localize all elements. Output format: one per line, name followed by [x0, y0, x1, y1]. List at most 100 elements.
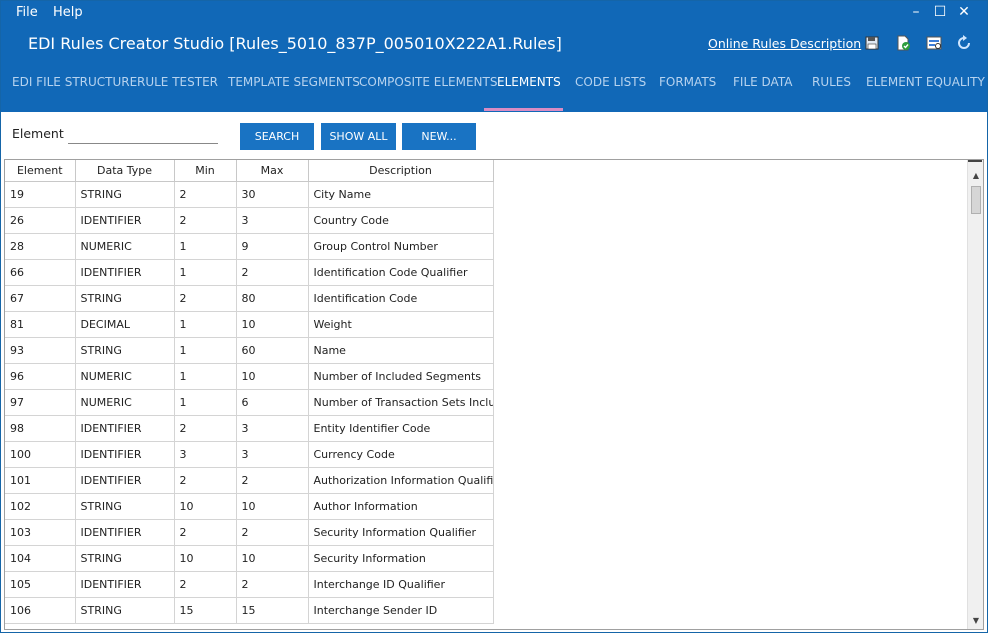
- cell-element[interactable]: 66: [5, 259, 76, 286]
- cell-min[interactable]: 2: [174, 207, 237, 234]
- export-icon[interactable]: [926, 35, 942, 51]
- cell-max[interactable]: 6: [236, 389, 309, 416]
- cell-min[interactable]: 2: [174, 415, 237, 442]
- maximize-button[interactable]: ☐: [931, 4, 949, 20]
- cell-description[interactable]: Identification Code: [308, 285, 494, 312]
- cell-element[interactable]: 19: [5, 181, 76, 208]
- table-row[interactable]: 101 IDENTIFIER 2 2 Authorization Information…: [5, 467, 494, 494]
- new-button[interactable]: NEW...: [402, 123, 476, 150]
- cell-min[interactable]: 2: [174, 467, 237, 494]
- cell-min[interactable]: 1: [174, 233, 237, 260]
- cell-data-type[interactable]: IDENTIFIER: [75, 207, 175, 234]
- cell-min[interactable]: 2: [174, 285, 237, 312]
- cell-min[interactable]: 1: [174, 337, 237, 364]
- cell-min[interactable]: 1: [174, 259, 237, 286]
- table-row[interactable]: 102 STRING 10 10 Author Information: [5, 493, 494, 520]
- cell-data-type[interactable]: IDENTIFIER: [75, 467, 175, 494]
- cell-element[interactable]: 98: [5, 415, 76, 442]
- tab-code-lists[interactable]: CODE LISTS: [575, 75, 646, 89]
- cell-max[interactable]: 10: [236, 311, 309, 338]
- cell-max[interactable]: 10: [236, 545, 309, 572]
- cell-min[interactable]: 1: [174, 389, 237, 416]
- column-header-element[interactable]: Element: [5, 160, 76, 182]
- show-all-button[interactable]: SHOW ALL: [321, 123, 396, 150]
- cell-element[interactable]: 102: [5, 493, 76, 520]
- cell-element[interactable]: 106: [5, 597, 76, 624]
- cell-element[interactable]: 28: [5, 233, 76, 260]
- cell-data-type[interactable]: STRING: [75, 337, 175, 364]
- table-row[interactable]: 93 STRING 1 60 Name: [5, 337, 494, 364]
- table-row[interactable]: 100 IDENTIFIER 3 3 Currency Code: [5, 441, 494, 468]
- cell-description[interactable]: Weight: [308, 311, 494, 338]
- cell-element[interactable]: 26: [5, 207, 76, 234]
- table-row[interactable]: 96 NUMERIC 1 10 Number of Included Segments: [5, 363, 494, 390]
- cell-max[interactable]: 30: [236, 181, 309, 208]
- column-header-description[interactable]: Description: [308, 160, 494, 182]
- cell-min[interactable]: 2: [174, 519, 237, 546]
- search-button[interactable]: SEARCH: [240, 123, 314, 150]
- cell-element[interactable]: 97: [5, 389, 76, 416]
- cell-data-type[interactable]: STRING: [75, 493, 175, 520]
- save-icon[interactable]: [864, 35, 880, 51]
- tab-element-equality[interactable]: ELEMENT EQUALITY: [866, 75, 985, 89]
- cell-data-type[interactable]: STRING: [75, 597, 175, 624]
- table-row[interactable]: 28 NUMERIC 1 9 Group Control Number: [5, 233, 494, 260]
- scroll-down-arrow-icon[interactable]: ▼: [968, 613, 983, 629]
- tab-rule-tester[interactable]: RULE TESTER: [137, 75, 218, 89]
- cell-element[interactable]: 100: [5, 441, 76, 468]
- cell-description[interactable]: Country Code: [308, 207, 494, 234]
- cell-description[interactable]: Security Information Qualifier: [308, 519, 494, 546]
- table-row[interactable]: 19 STRING 2 30 City Name: [5, 181, 494, 208]
- vertical-scrollbar[interactable]: ▲ ▼: [967, 160, 983, 629]
- cell-max[interactable]: 2: [236, 519, 309, 546]
- cell-data-type[interactable]: STRING: [75, 181, 175, 208]
- cell-data-type[interactable]: STRING: [75, 285, 175, 312]
- cell-data-type[interactable]: IDENTIFIER: [75, 415, 175, 442]
- table-row[interactable]: 104 STRING 10 10 Security Information: [5, 545, 494, 572]
- cell-description[interactable]: Author Information: [308, 493, 494, 520]
- cell-data-type[interactable]: IDENTIFIER: [75, 519, 175, 546]
- cell-min[interactable]: 10: [174, 493, 237, 520]
- minimize-button[interactable]: –: [907, 4, 925, 20]
- tab-composite-elements[interactable]: COMPOSITE ELEMENTS: [359, 75, 497, 89]
- cell-max[interactable]: 10: [236, 493, 309, 520]
- cell-data-type[interactable]: IDENTIFIER: [75, 441, 175, 468]
- cell-description[interactable]: Entity Identifier Code: [308, 415, 494, 442]
- cell-element[interactable]: 104: [5, 545, 76, 572]
- cell-element[interactable]: 105: [5, 571, 76, 598]
- table-row[interactable]: 81 DECIMAL 1 10 Weight: [5, 311, 494, 338]
- cell-element[interactable]: 96: [5, 363, 76, 390]
- scroll-up-arrow-icon[interactable]: ▲: [968, 168, 983, 184]
- column-header-min[interactable]: Min: [174, 160, 237, 182]
- cell-max[interactable]: 3: [236, 207, 309, 234]
- cell-description[interactable]: Group Control Number: [308, 233, 494, 260]
- cell-min[interactable]: 1: [174, 363, 237, 390]
- table-row[interactable]: 98 IDENTIFIER 2 3 Entity Identifier Code: [5, 415, 494, 442]
- cell-max[interactable]: 2: [236, 259, 309, 286]
- cell-min[interactable]: 2: [174, 571, 237, 598]
- table-row[interactable]: 103 IDENTIFIER 2 2 Security Information Qual…: [5, 519, 494, 546]
- cell-max[interactable]: 9: [236, 233, 309, 260]
- cell-max[interactable]: 3: [236, 441, 309, 468]
- tab-edi-file-structure[interactable]: EDI FILE STRUCTURE: [12, 75, 137, 89]
- online-rules-description-link[interactable]: Online Rules Description: [708, 36, 861, 51]
- cell-description[interactable]: City Name: [308, 181, 494, 208]
- cell-max[interactable]: 10: [236, 363, 309, 390]
- table-row[interactable]: 26 IDENTIFIER 2 3 Country Code: [5, 207, 494, 234]
- validate-icon[interactable]: [895, 35, 911, 51]
- tab-rules[interactable]: RULES: [812, 75, 851, 89]
- cell-max[interactable]: 2: [236, 467, 309, 494]
- cell-min[interactable]: 3: [174, 441, 237, 468]
- cell-description[interactable]: Currency Code: [308, 441, 494, 468]
- cell-data-type[interactable]: DECIMAL: [75, 311, 175, 338]
- cell-min[interactable]: 2: [174, 181, 237, 208]
- table-row[interactable]: 106 STRING 15 15 Interchange Sender ID: [5, 597, 494, 624]
- element-search-input[interactable]: [68, 123, 218, 144]
- tab-template-segments[interactable]: TEMPLATE SEGMENTS: [228, 75, 360, 89]
- cell-data-type[interactable]: NUMERIC: [75, 233, 175, 260]
- cell-element[interactable]: 103: [5, 519, 76, 546]
- table-row[interactable]: 66 IDENTIFIER 1 2 Identification Code Qualif…: [5, 259, 494, 286]
- cell-description[interactable]: Interchange Sender ID: [308, 597, 494, 624]
- cell-max[interactable]: 2: [236, 571, 309, 598]
- cell-element[interactable]: 67: [5, 285, 76, 312]
